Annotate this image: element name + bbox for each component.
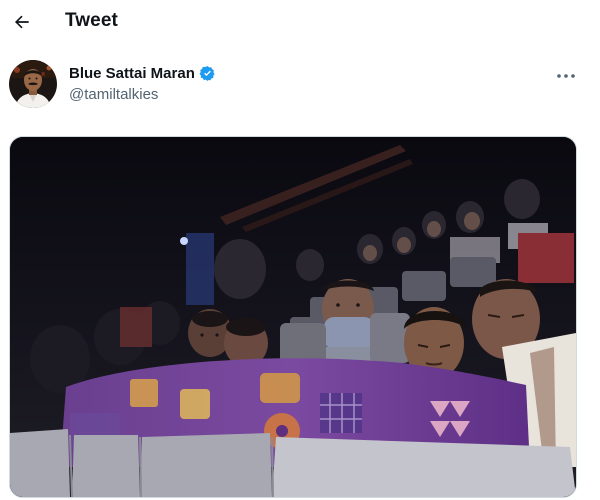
page-title: Tweet — [65, 10, 118, 31]
avatar[interactable] — [9, 60, 57, 108]
more-options-button[interactable] — [552, 66, 580, 86]
tweet-author: Blue Sattai Maran @tamiltalkies — [0, 56, 600, 112]
display-name: Blue Sattai Maran — [69, 65, 195, 82]
top-bar: Tweet — [0, 0, 600, 44]
user-handle[interactable]: @tamiltalkies — [69, 86, 158, 103]
tweet-photo[interactable] — [9, 136, 577, 498]
verified-badge-icon — [199, 66, 215, 81]
author-name-line[interactable]: Blue Sattai Maran — [69, 65, 216, 82]
theater-photo — [10, 137, 576, 497]
arrow-left-icon — [15, 15, 29, 29]
avatar-image — [9, 60, 57, 108]
more-horizontal-icon — [557, 74, 575, 78]
back-button[interactable] — [8, 8, 36, 36]
tweet-page: Tweet Blue Sattai Maran @tamiltalkies — [0, 0, 600, 500]
